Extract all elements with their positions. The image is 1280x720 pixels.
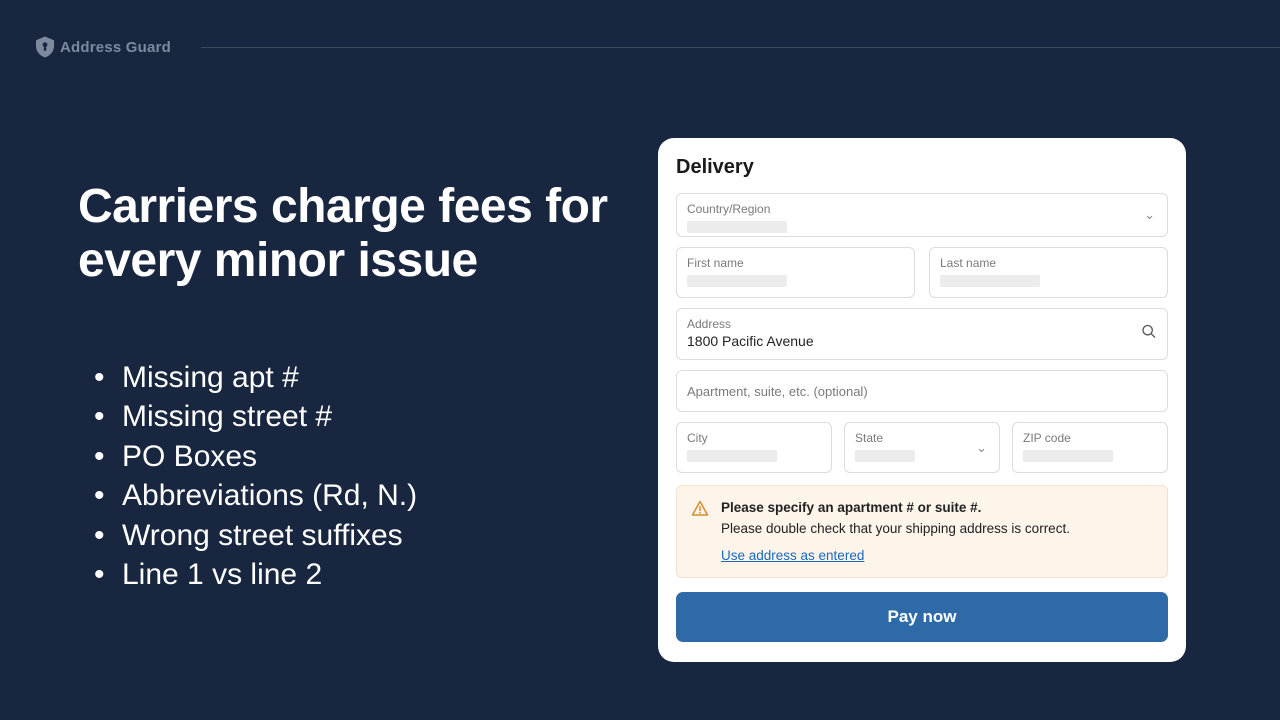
pay-now-button[interactable]: Pay now	[676, 592, 1168, 642]
zip-value-placeholder	[1023, 450, 1113, 462]
list-item: Missing street #	[122, 397, 618, 437]
zip-field[interactable]: ZIP code	[1012, 422, 1168, 473]
list-item: Missing apt #	[122, 358, 618, 398]
warning-icon	[691, 500, 709, 518]
list-item: Abbreviations (Rd, N.)	[122, 476, 618, 516]
shield-icon	[36, 36, 54, 58]
address-label: Address	[677, 309, 1167, 331]
divider	[201, 47, 1280, 48]
city-value-placeholder	[687, 450, 777, 462]
brand-logo: Address Guard	[36, 36, 171, 58]
city-field[interactable]: City	[676, 422, 832, 473]
list-item: Line 1 vs line 2	[122, 555, 618, 595]
address-value: 1800 Pacific Avenue	[677, 331, 1167, 359]
city-label: City	[677, 423, 831, 445]
state-label: State	[845, 423, 999, 445]
country-label: Country/Region	[677, 194, 1167, 216]
country-value-placeholder	[687, 221, 787, 233]
zip-label: ZIP code	[1013, 423, 1167, 445]
address-warning-alert: Please specify an apartment # or suite #…	[676, 485, 1168, 578]
last-name-label: Last name	[930, 248, 1167, 270]
first-name-value-placeholder	[687, 275, 787, 287]
last-name-value-placeholder	[940, 275, 1040, 287]
search-icon[interactable]	[1141, 324, 1157, 345]
use-address-as-entered-link[interactable]: Use address as entered	[721, 548, 864, 563]
country-select[interactable]: Country/Region ⌄	[676, 193, 1168, 237]
alert-title: Please specify an apartment # or suite #…	[721, 500, 1153, 515]
state-value-placeholder	[855, 450, 915, 462]
first-name-field[interactable]: First name	[676, 247, 915, 298]
first-name-label: First name	[677, 248, 914, 270]
alert-body: Please double check that your shipping a…	[721, 521, 1153, 536]
state-select[interactable]: State ⌄	[844, 422, 1000, 473]
apartment-placeholder: Apartment, suite, etc. (optional)	[687, 384, 868, 399]
apartment-field[interactable]: Apartment, suite, etc. (optional)	[676, 370, 1168, 412]
brand-name: Address Guard	[60, 39, 171, 56]
address-field[interactable]: Address 1800 Pacific Avenue	[676, 308, 1168, 360]
form-title: Delivery	[676, 156, 1168, 179]
list-item: PO Boxes	[122, 437, 618, 477]
issues-list: Missing apt # Missing street # PO Boxes …	[78, 358, 618, 596]
last-name-field[interactable]: Last name	[929, 247, 1168, 298]
delivery-form-card: Delivery Country/Region ⌄ First name Las…	[658, 138, 1186, 662]
headline: Carriers charge fees for every minor iss…	[78, 180, 618, 288]
list-item: Wrong street suffixes	[122, 516, 618, 556]
